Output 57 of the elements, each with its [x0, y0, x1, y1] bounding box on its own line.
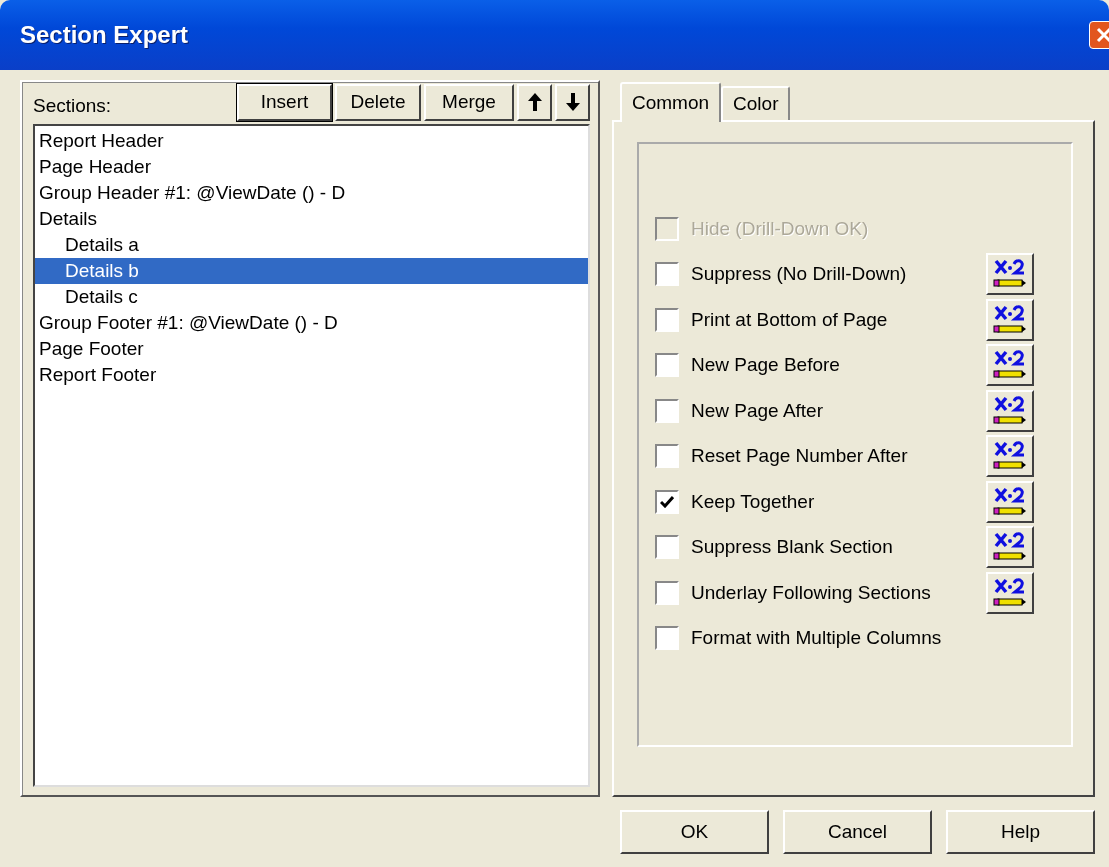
section-item[interactable]: Group Header #1: @ViewDate () - D	[35, 180, 588, 206]
option-label: Suppress (No Drill-Down)	[691, 263, 908, 286]
up-arrow-icon	[527, 93, 542, 111]
section-item[interactable]: Details b	[35, 258, 588, 284]
formula-button[interactable]	[986, 435, 1034, 478]
option-label: New Page After	[691, 399, 825, 422]
check-icon	[660, 495, 674, 508]
down-arrow-icon	[565, 93, 580, 111]
checkbox[interactable]	[655, 535, 679, 560]
ok-button[interactable]: OK	[620, 810, 769, 854]
delete-button[interactable]: Delete	[335, 83, 421, 121]
checkbox[interactable]	[655, 307, 679, 332]
section-item[interactable]: Page Footer	[35, 336, 588, 362]
checkbox[interactable]	[655, 398, 679, 423]
formula-pencil-icon	[993, 303, 1027, 336]
insert-button[interactable]: Insert	[237, 83, 332, 121]
section-item[interactable]: Details	[35, 206, 588, 232]
checkbox[interactable]	[655, 489, 679, 514]
merge-button[interactable]: Merge	[424, 83, 514, 121]
section-item[interactable]: Details a	[35, 232, 588, 258]
sections-label: Sections:	[33, 94, 113, 117]
formula-button[interactable]	[986, 253, 1034, 296]
formula-button[interactable]	[986, 480, 1034, 523]
formula-button[interactable]	[986, 526, 1034, 569]
option-label: Print at Bottom of Page	[691, 308, 889, 331]
section-item[interactable]: Group Footer #1: @ViewDate () - D	[35, 310, 588, 336]
option-label: Format with Multiple Columns	[691, 627, 943, 650]
move-down-button[interactable]	[555, 83, 590, 121]
section-item[interactable]: Details c	[35, 284, 588, 310]
formula-button[interactable]	[986, 389, 1034, 432]
help-button[interactable]: Help	[946, 810, 1095, 854]
checkbox[interactable]	[655, 626, 679, 651]
tab[interactable]: Common	[620, 82, 722, 122]
checkbox[interactable]	[655, 580, 679, 605]
option-label: Keep Together	[691, 490, 816, 513]
section-item[interactable]: Report Footer	[35, 362, 588, 388]
formula-button[interactable]	[986, 571, 1034, 614]
checkbox[interactable]	[655, 262, 679, 287]
formula-pencil-icon	[993, 394, 1027, 427]
cancel-button[interactable]: Cancel	[783, 810, 932, 854]
section-item[interactable]: Report Header	[35, 128, 588, 154]
formula-pencil-icon	[993, 485, 1027, 518]
tab[interactable]: Color	[721, 86, 791, 120]
option-label: Hide (Drill-Down OK)	[691, 217, 870, 240]
move-up-button[interactable]	[517, 83, 552, 121]
close-icon	[1096, 27, 1109, 43]
formula-pencil-icon	[993, 576, 1027, 609]
checkbox[interactable]	[655, 353, 679, 378]
window-title: Section Expert	[20, 21, 189, 49]
checkbox[interactable]	[655, 444, 679, 469]
option-label: Underlay Following Sections	[691, 581, 932, 604]
formula-button[interactable]	[986, 344, 1034, 387]
section-item[interactable]: Page Header	[35, 154, 588, 180]
option-label: New Page Before	[691, 354, 841, 377]
option-label: Suppress Blank Section	[691, 536, 894, 559]
option-label: Reset Page Number After	[691, 445, 909, 468]
formula-button[interactable]	[986, 298, 1034, 341]
